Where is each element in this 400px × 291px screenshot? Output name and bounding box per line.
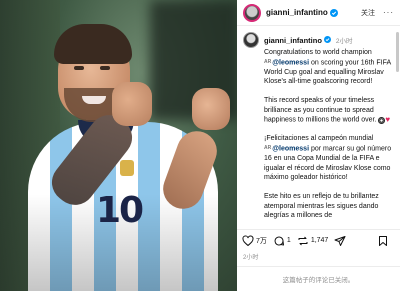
heart-icon[interactable] — [242, 234, 254, 247]
caption-username[interactable]: gianni_infantino — [264, 36, 322, 45]
post-header: gianni_infantino 关注 ··· — [237, 0, 400, 26]
caption-text: Congratulations to world champion — [264, 49, 372, 56]
heart-emoji-icon: ♥ — [385, 115, 391, 125]
action-bar: 7万 1 1,747 — [237, 229, 400, 251]
like-count: 7万 — [256, 237, 267, 245]
comments-disabled-notice: 这篇帖子的评论已关闭。 — [282, 277, 355, 284]
post-caption: Congratulations to world champion AR@leo… — [243, 48, 394, 221]
ar-tag: AR — [264, 58, 272, 65]
caption-text: This record speaks of your timeless bril… — [264, 97, 377, 124]
comment-action[interactable]: 1 — [273, 235, 291, 247]
repost-icon[interactable] — [297, 235, 309, 247]
ar-tag: AR — [264, 145, 272, 152]
author-username[interactable]: gianni_infantino — [266, 8, 328, 17]
caption-avatar[interactable] — [243, 32, 259, 48]
verified-icon — [323, 36, 332, 44]
comment-icon[interactable] — [273, 235, 285, 247]
caption-text: Este hito es un reflejo de tu brillantez… — [264, 193, 379, 220]
player-right-fist — [192, 88, 230, 130]
post-time: 2小时 — [335, 38, 353, 45]
share-action[interactable] — [334, 235, 346, 247]
comment-bar: 这篇帖子的评论已关闭。 — [237, 266, 400, 291]
scrollbar[interactable] — [396, 32, 399, 72]
follow-button[interactable]: 关注 — [361, 8, 375, 18]
repost-action[interactable]: 1,747 — [297, 235, 329, 247]
repost-count: 1,747 — [310, 237, 329, 244]
like-action[interactable]: 7万 — [242, 234, 267, 247]
jersey-number: 10 — [96, 190, 144, 231]
post-photo[interactable]: 10 — [0, 0, 237, 291]
player-hair — [54, 24, 132, 64]
share-icon[interactable] — [334, 235, 346, 247]
player-eye-right — [100, 66, 110, 70]
mention-link[interactable]: @leomessi — [272, 59, 309, 66]
verified-icon — [329, 8, 338, 17]
save-action[interactable] — [377, 235, 389, 247]
comment-count: 1 — [286, 237, 291, 244]
player-left-fist — [112, 82, 152, 126]
jersey-badge — [120, 160, 134, 176]
post-date: 2小时 — [243, 255, 259, 261]
instagram-post-dialog: 10 gianni_infantino 关注 ··· gianni_infant… — [0, 0, 400, 291]
caption-text: ¡Felicitaciones al campeón mundial — [264, 135, 374, 143]
post-side-panel: gianni_infantino 关注 ··· gianni_infantino… — [237, 0, 400, 291]
mention-link[interactable]: @leomessi — [272, 146, 309, 153]
more-icon[interactable]: ··· — [383, 8, 394, 17]
author-avatar[interactable] — [243, 3, 261, 22]
caption-header: gianni_infantino 2小时 — [243, 32, 394, 48]
caption-area[interactable]: gianni_infantino 2小时 Congratulations to … — [237, 27, 400, 227]
player-eye-left — [74, 66, 84, 70]
save-icon[interactable] — [377, 235, 389, 247]
